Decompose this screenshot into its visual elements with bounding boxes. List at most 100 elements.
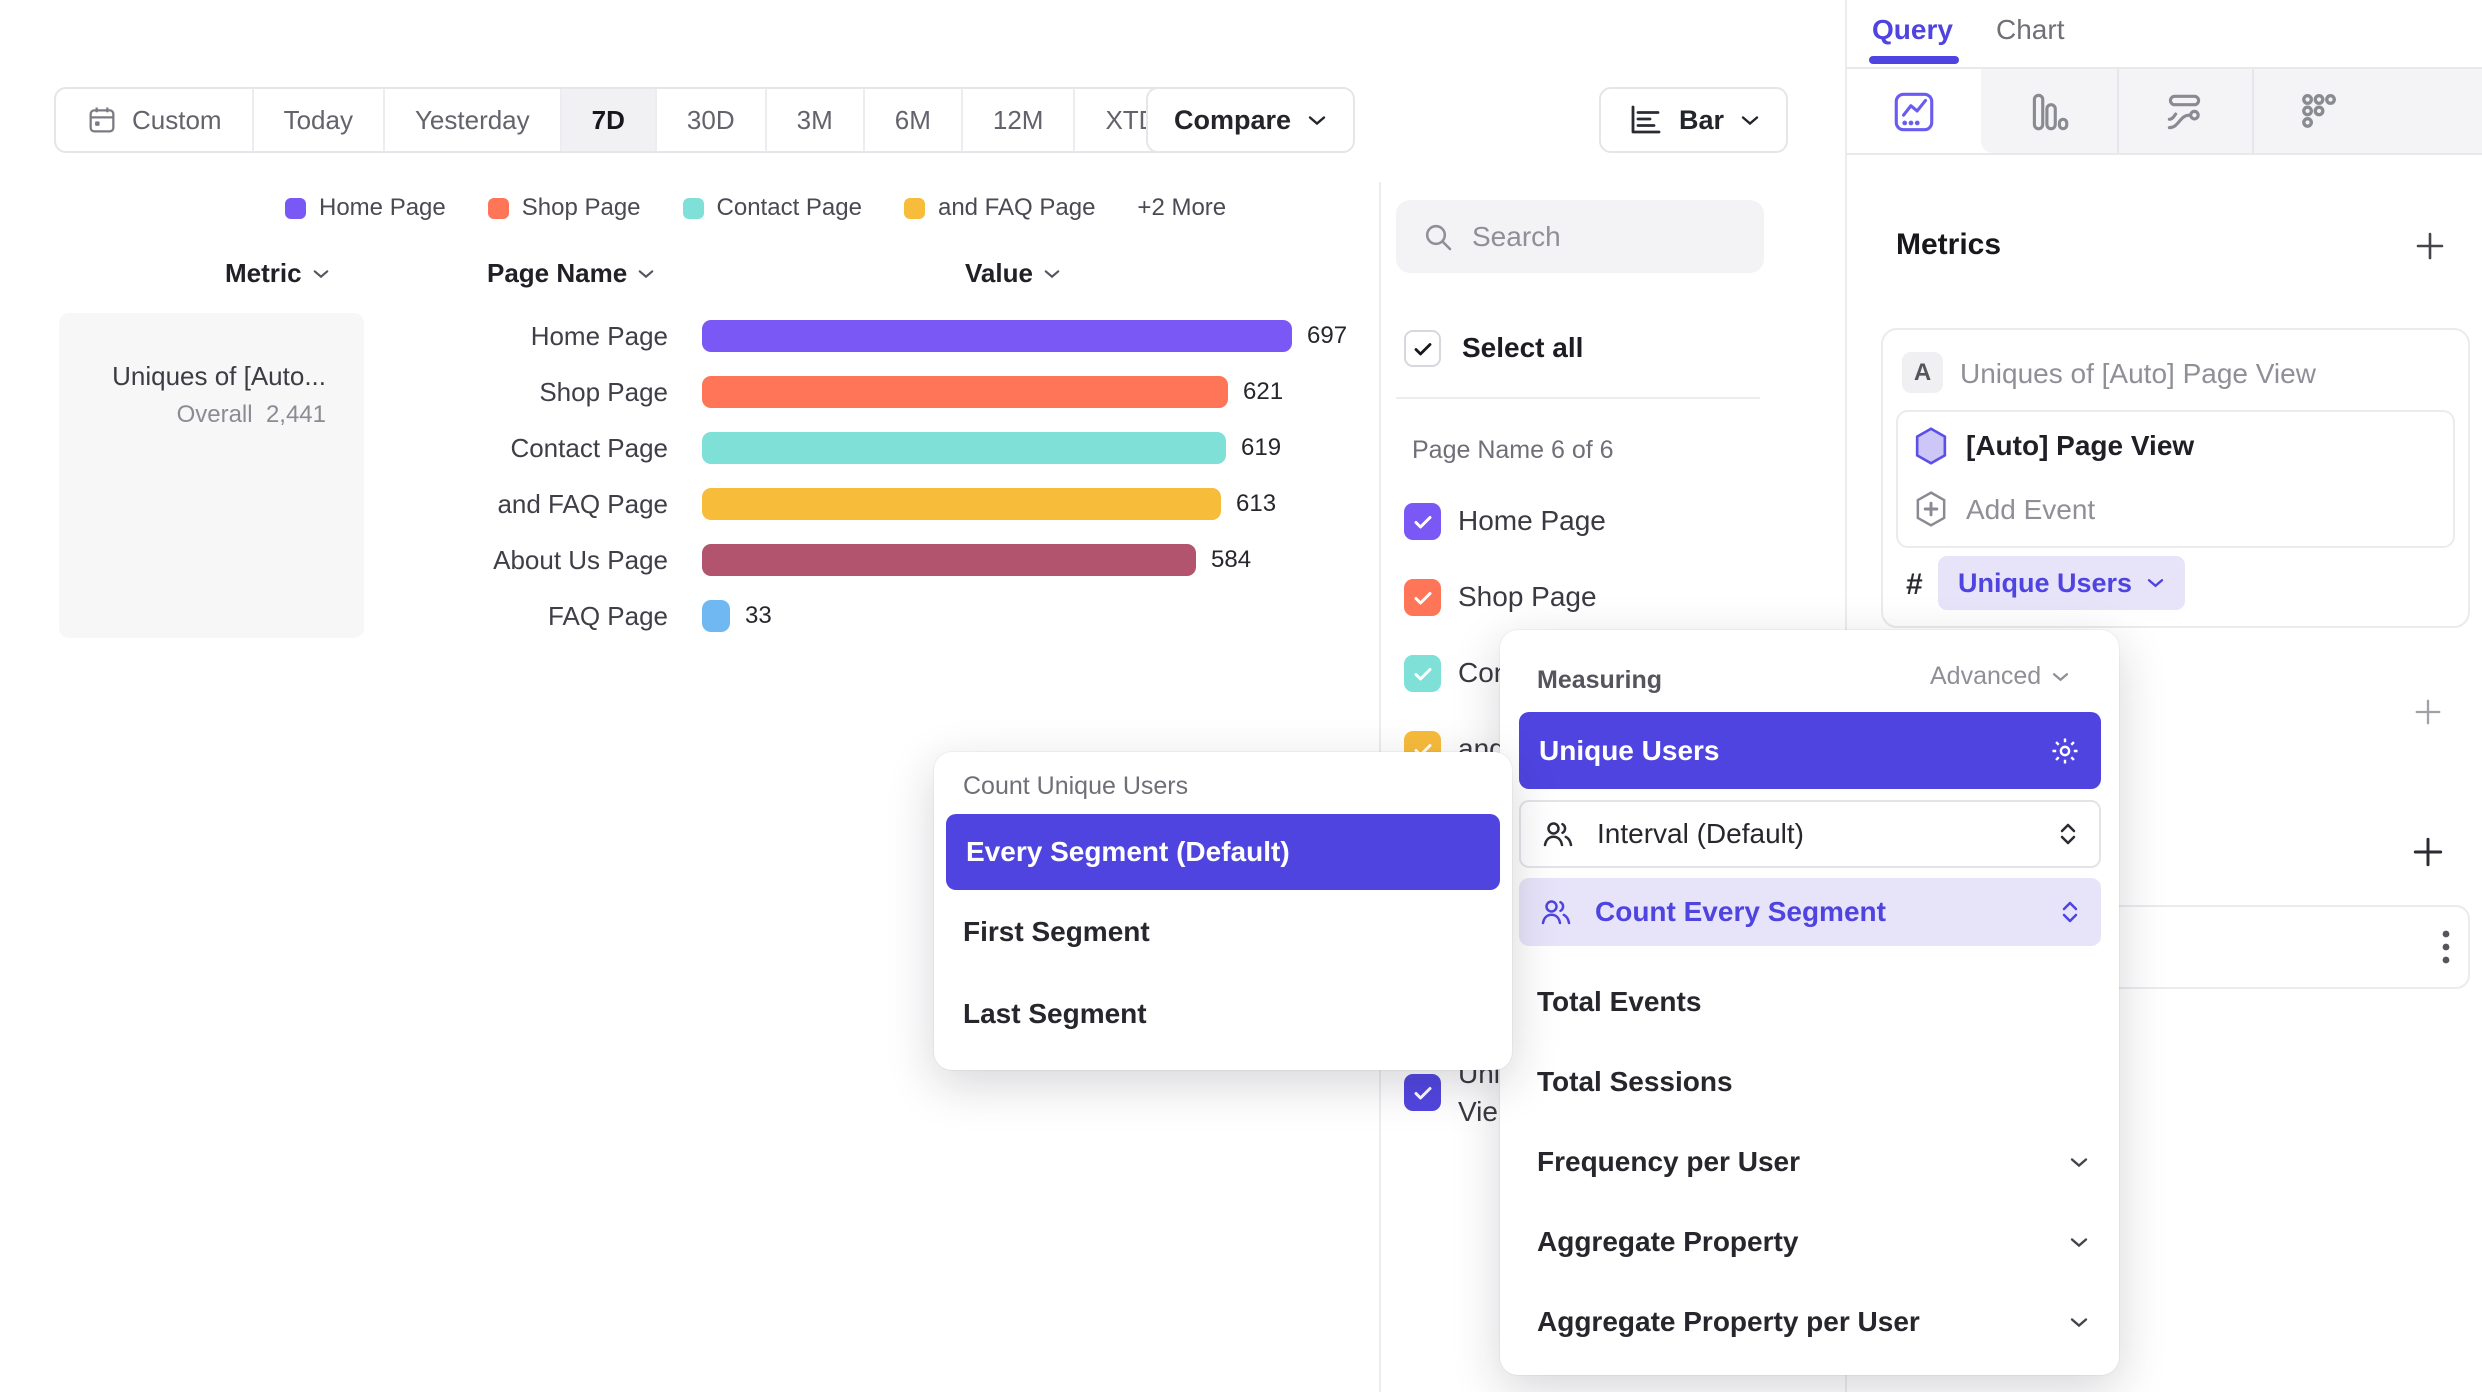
legend-item[interactable]: Home Page xyxy=(285,194,446,222)
funnels-icon xyxy=(2025,88,2073,136)
gear-icon[interactable] xyxy=(2049,735,2081,767)
range-7d[interactable]: 7D xyxy=(562,89,657,151)
add-metric-button[interactable] xyxy=(2406,222,2454,270)
bar[interactable] xyxy=(702,600,730,632)
menu-item-last-segment[interactable]: Last Segment xyxy=(963,998,1147,1030)
interval-option[interactable]: Interval (Default) xyxy=(1519,800,2101,868)
range-custom[interactable]: Custom xyxy=(56,89,254,151)
metrics-section-title: Metrics xyxy=(1896,228,2001,262)
tab-divider xyxy=(2117,69,2119,153)
bar-category-label: Contact Page xyxy=(380,433,668,464)
stepper-icon xyxy=(2059,898,2081,926)
bar[interactable] xyxy=(702,544,1196,576)
chevron-down-icon xyxy=(2146,577,2165,589)
tab-flows[interactable] xyxy=(2138,70,2230,153)
range-6m[interactable]: 6M xyxy=(865,89,963,151)
menu-item-aggregate-property[interactable]: Aggregate Property xyxy=(1537,1226,2089,1258)
tab-bar-border xyxy=(1846,153,2482,155)
legend-swatch xyxy=(904,198,925,219)
measuring-selected-unique-users[interactable]: Unique Users xyxy=(1519,712,2101,789)
count-every-segment-option[interactable]: Count Every Segment xyxy=(1519,878,2101,946)
menu-item-first-segment[interactable]: First Segment xyxy=(963,916,1150,948)
legend-item[interactable]: and FAQ Page xyxy=(904,194,1095,222)
plus-icon xyxy=(2410,834,2446,870)
bar[interactable] xyxy=(702,488,1221,520)
table-row: Contact Page 619 xyxy=(380,432,1281,464)
calendar-icon xyxy=(86,104,118,136)
legend-item[interactable]: Shop Page xyxy=(488,194,641,222)
tab-insights[interactable] xyxy=(1868,70,1960,153)
bar[interactable] xyxy=(702,432,1226,464)
menu-item-total-events[interactable]: Total Events xyxy=(1537,986,1701,1018)
filter-checkbox-shop-page[interactable] xyxy=(1404,579,1441,616)
add-event-icon xyxy=(1913,490,1949,528)
insights-chart-icon xyxy=(1890,88,1938,136)
metric-name: Uniques of [Auto... xyxy=(112,361,326,392)
date-range-selector: Custom Today Yesterday 7D 30D 3M 6M 12M … xyxy=(54,87,1223,153)
tab-query[interactable]: Query xyxy=(1872,14,1953,46)
menu-item-every-segment[interactable]: Every Segment (Default) xyxy=(946,814,1500,890)
filter-checkbox-partially-hidden[interactable] xyxy=(1404,1074,1441,1111)
bar-value-label: 619 xyxy=(1241,434,1281,462)
legend-item[interactable]: Contact Page xyxy=(683,194,862,222)
stepper-icon xyxy=(2057,820,2079,848)
chevron-down-icon xyxy=(1740,114,1760,127)
filter-item-label[interactable]: Vie xyxy=(1458,1096,1498,1128)
menu-item-aggregate-property-per-user[interactable]: Aggregate Property per User xyxy=(1537,1306,2089,1338)
compare-button[interactable]: Compare xyxy=(1146,87,1355,153)
chevron-down-icon xyxy=(2069,1236,2089,1249)
breakdown-options-button[interactable] xyxy=(2424,923,2468,971)
bar-value-label: 697 xyxy=(1307,322,1347,350)
filter-checkbox-home-page[interactable] xyxy=(1404,503,1441,540)
add-filter-button[interactable] xyxy=(2404,688,2452,736)
tab-retention[interactable] xyxy=(2272,70,2364,153)
tab-funnels[interactable] xyxy=(2003,70,2095,153)
tab-chart[interactable]: Chart xyxy=(1996,14,2064,46)
advanced-dropdown[interactable]: Advanced xyxy=(1930,662,2070,691)
bar[interactable] xyxy=(702,376,1228,408)
add-breakdown-button[interactable] xyxy=(2404,828,2452,876)
metric-summary-card[interactable]: Uniques of [Auto... Overall 2,441 xyxy=(59,313,364,638)
table-row: FAQ Page 33 xyxy=(380,600,772,632)
range-today[interactable]: Today xyxy=(254,89,385,151)
bar[interactable] xyxy=(702,320,1292,352)
flows-icon xyxy=(2160,88,2208,136)
bar-category-label: Shop Page xyxy=(380,377,668,408)
kebab-menu-icon xyxy=(2441,928,2451,966)
legend-swatch xyxy=(488,198,509,219)
range-3m[interactable]: 3M xyxy=(767,89,865,151)
legend-swatch xyxy=(683,198,704,219)
add-event-label[interactable]: Add Event xyxy=(1966,494,2095,526)
range-30d[interactable]: 30D xyxy=(657,89,767,151)
measurement-dropdown[interactable]: Unique Users xyxy=(1938,556,2185,610)
users-icon xyxy=(1541,819,1575,849)
filter-item-label[interactable]: Shop Page xyxy=(1458,581,1597,613)
value-column-header[interactable]: Value xyxy=(965,258,1061,289)
search-input[interactable]: Search xyxy=(1396,200,1764,273)
plus-icon xyxy=(2412,696,2444,728)
menu-item-frequency-per-user[interactable]: Frequency per User xyxy=(1537,1146,2089,1178)
users-icon xyxy=(1539,897,1573,927)
bar-category-label: FAQ Page xyxy=(380,601,668,632)
page-name-column-header[interactable]: Page Name xyxy=(487,258,655,289)
menu-item-total-sessions[interactable]: Total Sessions xyxy=(1537,1066,1733,1098)
event-name[interactable]: [Auto] Page View xyxy=(1966,430,2194,462)
range-yesterday[interactable]: Yesterday xyxy=(385,89,562,151)
legend-more[interactable]: +2 More xyxy=(1137,194,1226,222)
bar-value-label: 613 xyxy=(1236,490,1276,518)
bar-category-label: About Us Page xyxy=(380,545,668,576)
select-all-checkbox[interactable] xyxy=(1404,330,1441,367)
bar-category-label: Home Page xyxy=(380,321,668,352)
filter-checkbox-contact-page[interactable] xyxy=(1404,655,1441,692)
chevron-down-icon xyxy=(2069,1316,2089,1329)
active-tab-underline xyxy=(1869,56,1959,64)
filter-item-label[interactable]: Home Page xyxy=(1458,505,1606,537)
chart-type-button[interactable]: Bar xyxy=(1599,87,1788,153)
range-12m[interactable]: 12M xyxy=(963,89,1076,151)
count-menu-title: Count Unique Users xyxy=(963,772,1188,801)
table-row: and FAQ Page 613 xyxy=(380,488,1276,520)
bar-value-label: 621 xyxy=(1243,378,1283,406)
table-row: Shop Page 621 xyxy=(380,376,1283,408)
metric-column-header[interactable]: Metric xyxy=(225,258,330,289)
metric-letter-badge: A xyxy=(1902,352,1943,393)
